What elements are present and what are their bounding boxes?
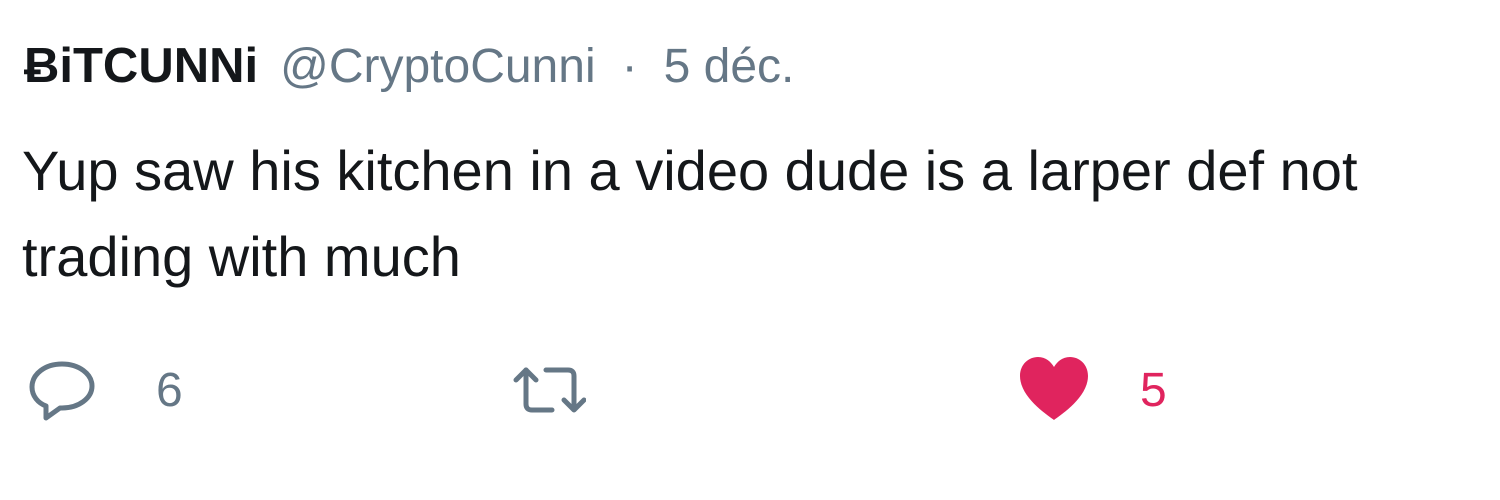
header-separator: · <box>621 39 638 93</box>
author-handle[interactable]: @CryptoCunni <box>280 39 596 94</box>
retweet-button[interactable] <box>510 350 636 430</box>
author-display-name[interactable]: ɃiTCUNNi <box>24 38 258 94</box>
like-button[interactable]: 5 <box>1016 350 1167 430</box>
tweet-card[interactable]: ɃiTCUNNi @CryptoCunni · 5 déc. Yup saw h… <box>0 0 1500 500</box>
reply-count: 6 <box>156 363 183 417</box>
like-count: 5 <box>1140 363 1167 417</box>
reply-button[interactable]: 6 <box>24 350 183 430</box>
reply-bubble-icon <box>24 352 100 428</box>
heart-icon <box>1016 352 1092 428</box>
tweet-text: Yup saw his kitchen in a video dude is a… <box>22 139 1358 288</box>
tweet-header: ɃiTCUNNi @CryptoCunni · 5 déc. <box>24 30 794 102</box>
tweet-actions: 6 5 <box>0 350 1500 430</box>
tweet-date[interactable]: 5 déc. <box>664 39 795 94</box>
retweet-icon <box>510 352 587 428</box>
